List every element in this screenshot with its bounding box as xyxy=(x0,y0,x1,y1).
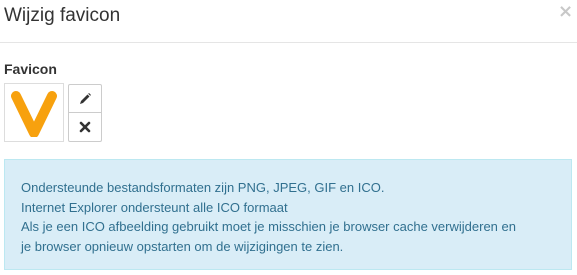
favicon-label: Favicon xyxy=(4,61,57,77)
remove-favicon-button[interactable] xyxy=(68,113,102,142)
close-button[interactable]: × xyxy=(558,3,573,21)
info-alert: Ondersteunde bestandsformaten zijn PNG, … xyxy=(4,159,572,270)
pencil-icon xyxy=(80,92,91,104)
modal-title: Wijzig favicon xyxy=(4,5,121,26)
edit-favicon-button[interactable] xyxy=(68,84,102,113)
info-line: Als je een ICO afbeelding gebruikt moet … xyxy=(21,219,516,234)
favicon-preview xyxy=(4,83,64,142)
orange-v-logo-icon xyxy=(11,91,57,137)
info-line: je browser opnieuw opstarten om de wijzi… xyxy=(21,238,344,254)
info-line: Internet Explorer ondersteunt alle ICO f… xyxy=(21,199,288,215)
info-line: Ondersteunde bestandsformaten zijn PNG, … xyxy=(21,180,385,195)
times-icon xyxy=(79,121,91,133)
modal-header: Wijzig favicon × xyxy=(0,0,577,43)
